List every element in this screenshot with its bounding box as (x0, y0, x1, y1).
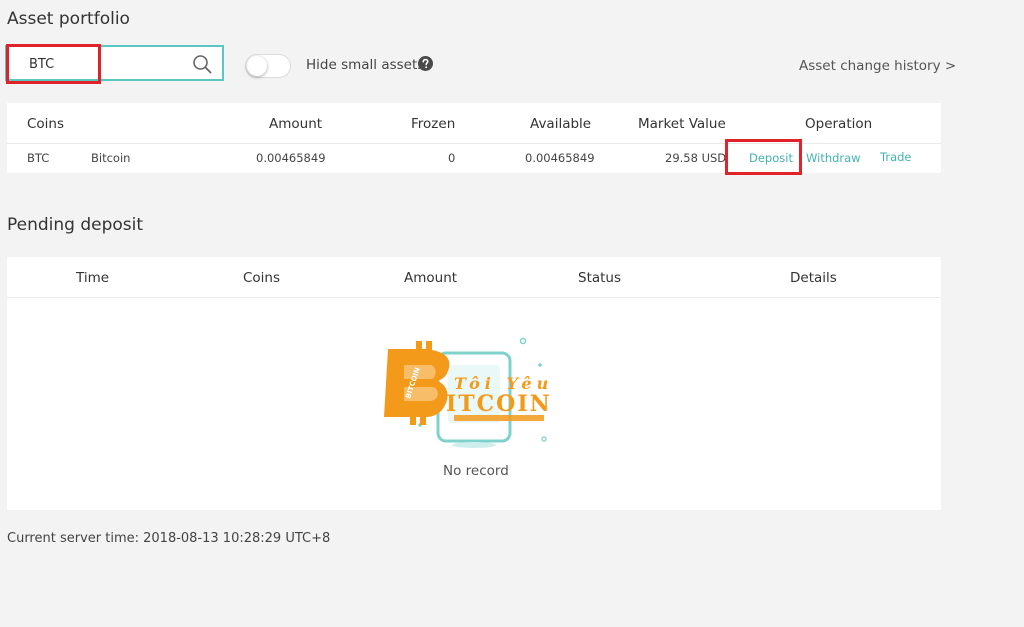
search-highlight-box (6, 44, 101, 84)
col-market-value: Market Value (638, 116, 726, 132)
hide-small-assets-label: Hide small assets (306, 57, 425, 73)
trade-link[interactable]: Trade (880, 150, 912, 164)
row-symbol: BTC (27, 151, 50, 165)
hide-small-assets-toggle[interactable] (245, 54, 291, 78)
col-time: Time (76, 270, 110, 286)
row-name: Bitcoin (91, 151, 131, 165)
col-status: Status (578, 270, 622, 286)
watermark-line2: ITCOIN (446, 391, 552, 417)
asset-portfolio-title: Asset portfolio (7, 9, 130, 29)
col-amount: Amount (269, 116, 323, 132)
no-record-text: No record (443, 463, 509, 479)
row-available: 0.00465849 (525, 151, 595, 165)
col-amount: Amount (404, 270, 458, 286)
row-frozen: 0 (448, 151, 456, 165)
col-details: Details (790, 270, 837, 286)
server-time: Current server time: 2018-08-13 10:28:29… (7, 531, 331, 546)
row-market-value: 29.58 USD (665, 151, 727, 165)
row-amount: 0.00465849 (256, 151, 326, 165)
toggle-knob (247, 56, 267, 76)
deposit-highlight-box (725, 139, 802, 175)
empty-state-illustration: BITCOIN Tôi Yêu ITCOIN (384, 337, 552, 448)
header-divider (7, 297, 941, 298)
col-operation: Operation (805, 116, 873, 132)
asset-change-history-link[interactable]: Asset change history > (799, 58, 956, 74)
col-coins: Coins (243, 270, 281, 286)
search-icon[interactable] (192, 54, 212, 74)
withdraw-link[interactable]: Withdraw (806, 151, 861, 165)
help-icon[interactable] (418, 56, 433, 71)
pending-deposit-title: Pending deposit (7, 215, 144, 235)
col-available: Available (530, 116, 592, 132)
col-coins: Coins (27, 116, 65, 132)
col-frozen: Frozen (411, 116, 456, 132)
